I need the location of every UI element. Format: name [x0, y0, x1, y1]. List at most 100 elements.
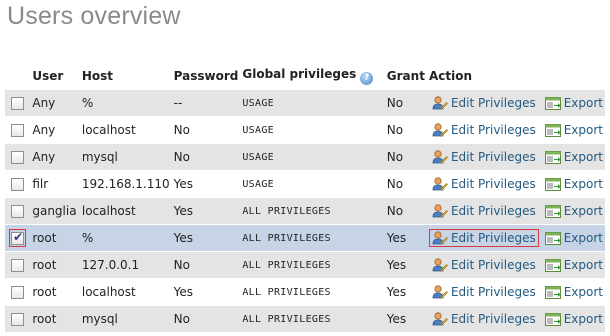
select-cell	[5, 144, 31, 170]
export-icon	[544, 205, 561, 218]
header-user[interactable]: User	[30, 63, 80, 89]
export-label: Export	[563, 177, 603, 191]
table-row[interactable]: Any mysql No USAGE No Edit Privileges Export	[5, 144, 605, 170]
header-host[interactable]: Host	[79, 63, 172, 89]
row-checkbox[interactable]	[11, 313, 25, 326]
edit-privileges-button[interactable]: Edit Privileges	[429, 283, 539, 301]
select-checkbox-frame	[10, 284, 25, 300]
edit-privileges-label: Edit Privileges	[450, 123, 536, 137]
select-cell	[5, 225, 31, 251]
header-global-privileges[interactable]: Global privileges?	[240, 63, 385, 89]
edit-user-icon	[432, 258, 448, 272]
edit-privileges-button[interactable]: Edit Privileges	[429, 202, 539, 220]
password-cell: No	[171, 117, 241, 143]
host-cell: mysql	[79, 144, 172, 170]
select-cell	[5, 117, 31, 143]
export-button[interactable]: Export	[539, 258, 603, 272]
grant-cell: Yes	[384, 279, 427, 305]
action-cell: Edit Privileges Export	[426, 90, 605, 116]
edit-privileges-button[interactable]: Edit Privileges	[429, 175, 539, 193]
user-cell: root	[30, 225, 80, 251]
table-row[interactable]: Any% -- USAGE No Edit Privileges Export	[5, 90, 605, 116]
password-cell: Yes	[171, 198, 241, 224]
edit-user-icon	[432, 123, 448, 137]
grant-cell: No	[384, 171, 427, 197]
edit-user-icon	[432, 231, 448, 245]
row-checkbox[interactable]	[11, 286, 25, 299]
edit-privileges-button[interactable]: Edit Privileges	[429, 310, 539, 328]
host-cell: localhost	[79, 279, 172, 305]
export-button[interactable]: Export	[539, 96, 603, 110]
host-cell: %	[79, 90, 172, 116]
edit-user-icon	[432, 177, 448, 191]
export-label: Export	[563, 285, 603, 299]
action-cell: Edit Privileges Export	[426, 252, 605, 278]
grant-cell: No	[384, 90, 427, 116]
edit-privileges-button[interactable]: Edit Privileges	[429, 256, 539, 274]
edit-privileges-button[interactable]: Edit Privileges	[429, 94, 539, 112]
export-label: Export	[563, 312, 603, 326]
user-cell: Any	[30, 144, 80, 170]
table-row[interactable]: root mysql No ALL PRIVILEGES Yes Edit Privile…	[5, 306, 605, 332]
edit-privileges-label: Edit Privileges	[450, 150, 536, 164]
edit-privileges-button[interactable]: Edit Privileges	[429, 148, 539, 166]
row-checkbox[interactable]	[11, 205, 25, 218]
user-cell: root	[30, 306, 80, 332]
action-cell: Edit Privileges Export	[426, 306, 605, 332]
help-icon[interactable]: ?	[360, 72, 374, 85]
header-password[interactable]: Password	[171, 63, 241, 89]
export-button[interactable]: Export	[539, 312, 603, 326]
table-row[interactable]: root%YesALL PRIVILEGESYesEdit Privileges…	[5, 225, 605, 251]
export-button[interactable]: Export	[539, 231, 603, 245]
table-row[interactable]: filr 192.168.1.110 Yes USAGE No Edit Privileg…	[5, 171, 605, 197]
privileges-cell: ALL PRIVILEGES	[240, 279, 385, 305]
privileges-cell: ALL PRIVILEGES	[240, 225, 385, 251]
row-checkbox[interactable]	[11, 97, 25, 110]
edit-privileges-button[interactable]: Edit Privileges	[428, 229, 539, 247]
row-checkbox[interactable]	[11, 230, 25, 245]
select-cell	[5, 171, 31, 197]
select-checkbox-frame	[10, 149, 25, 165]
select-cell	[5, 279, 31, 305]
edit-privileges-label: Edit Privileges	[450, 96, 536, 110]
header-grant[interactable]: Grant	[384, 63, 427, 89]
row-checkbox[interactable]	[11, 124, 25, 137]
export-button[interactable]: Export	[539, 150, 603, 164]
users-table: User Host Password Global privileges? Gr…	[5, 62, 605, 333]
select-cell	[5, 252, 31, 278]
export-label: Export	[563, 96, 603, 110]
header-global-privileges-label: Global privileges	[242, 67, 357, 81]
select-checkbox-frame	[9, 229, 27, 247]
table-row[interactable]: root localhost Yes ALL PRIVILEGES Yes Edit Pr…	[5, 279, 605, 305]
edit-user-icon	[432, 150, 448, 164]
export-button[interactable]: Export	[539, 285, 603, 299]
user-cell: ganglia	[30, 198, 80, 224]
user-cell: Any	[30, 117, 80, 143]
privileges-cell: USAGE	[240, 171, 385, 197]
privileges-cell: USAGE	[240, 144, 385, 170]
edit-privileges-button[interactable]: Edit Privileges	[429, 121, 539, 139]
grant-cell: Yes	[384, 225, 427, 251]
table-row[interactable]: root 127.0.0.1 No ALL PRIVILEGES Yes Edit Pri…	[5, 252, 605, 278]
row-checkbox[interactable]	[11, 178, 25, 191]
select-cell	[5, 90, 31, 116]
password-cell: --	[171, 90, 241, 116]
table-row[interactable]: Any localhost No USAGE No Edit Privileges Expo…	[5, 117, 605, 143]
export-button[interactable]: Export	[539, 204, 603, 218]
action-cell: Edit Privileges Export	[426, 279, 605, 305]
export-button[interactable]: Export	[539, 123, 603, 137]
edit-privileges-label: Edit Privileges	[450, 204, 536, 218]
grant-cell: Yes	[384, 306, 427, 332]
grant-cell: No	[384, 117, 427, 143]
table-header-row: User Host Password Global privileges? Gr…	[5, 63, 605, 89]
row-checkbox[interactable]	[11, 151, 25, 164]
user-cell: root	[30, 279, 80, 305]
table-row[interactable]: ganglia localhost Yes ALL PRIVILEGES No Edit …	[5, 198, 605, 224]
action-cell: Edit Privileges Export	[426, 225, 605, 251]
privileges-cell: ALL PRIVILEGES	[240, 252, 385, 278]
export-button[interactable]: Export	[539, 177, 603, 191]
edit-user-icon	[432, 96, 448, 110]
edit-privileges-label: Edit Privileges	[450, 285, 536, 299]
grant-cell: Yes	[384, 252, 427, 278]
row-checkbox[interactable]	[11, 259, 25, 272]
